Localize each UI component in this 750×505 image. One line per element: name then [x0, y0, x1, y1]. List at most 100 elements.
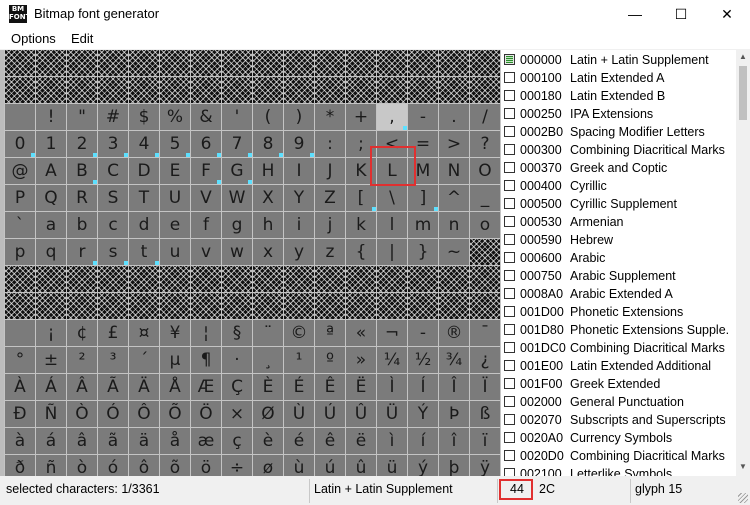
glyph-cell[interactable]: 9 — [284, 131, 314, 157]
undefined-glyph-cell[interactable] — [439, 77, 469, 103]
glyph-cell-selected[interactable]: , — [377, 104, 407, 130]
glyph-cell[interactable]: ë — [346, 428, 376, 454]
glyph-cell[interactable]: s — [98, 239, 128, 265]
undefined-glyph-cell[interactable] — [191, 266, 221, 292]
undefined-glyph-cell[interactable] — [222, 266, 252, 292]
glyph-cell[interactable]: í — [408, 428, 438, 454]
range-list-item[interactable]: 000400 Cyrillic — [501, 177, 736, 195]
range-list-item[interactable]: 002100 Letterlike Symbols — [501, 465, 736, 476]
range-list-item[interactable]: 000600 Arabic — [501, 249, 736, 267]
range-list-item[interactable]: 0008A0 Arabic Extended A — [501, 285, 736, 303]
range-list-item[interactable]: 001DC0 Combining Diacritical Marks — [501, 339, 736, 357]
range-checkbox[interactable] — [504, 378, 515, 389]
glyph-cell[interactable]: Ä — [129, 374, 159, 400]
range-checkbox[interactable] — [504, 72, 515, 83]
undefined-glyph-cell[interactable] — [98, 293, 128, 319]
glyph-cell[interactable]: Í — [408, 374, 438, 400]
range-checkbox[interactable] — [504, 180, 515, 191]
undefined-glyph-cell[interactable] — [346, 293, 376, 319]
glyph-cell[interactable]: W — [222, 185, 252, 211]
glyph-cell[interactable]: ² — [67, 347, 97, 373]
glyph-cell[interactable]: û — [346, 455, 376, 476]
glyph-cell[interactable]: R — [67, 185, 97, 211]
range-checkbox[interactable] — [504, 342, 515, 353]
glyph-cell[interactable]: q — [36, 239, 66, 265]
glyph-cell[interactable]: J — [315, 158, 345, 184]
glyph-cell[interactable]: 8 — [253, 131, 283, 157]
glyph-cell[interactable]: r — [67, 239, 97, 265]
glyph-cell[interactable]: ø — [253, 455, 283, 476]
range-checkbox[interactable] — [504, 234, 515, 245]
glyph-cell[interactable]: + — [346, 104, 376, 130]
resize-grip-icon[interactable] — [738, 493, 748, 503]
range-list-item[interactable]: 000500 Cyrillic Supplement — [501, 195, 736, 213]
glyph-cell[interactable]: ³ — [98, 347, 128, 373]
glyph-cell[interactable]: U — [160, 185, 190, 211]
glyph-cell[interactable]: ¬ — [377, 320, 407, 346]
range-list-item[interactable]: 000370 Greek and Coptic — [501, 159, 736, 177]
undefined-glyph-cell[interactable] — [284, 266, 314, 292]
range-checkbox-checked[interactable] — [504, 54, 515, 65]
glyph-cell[interactable]: ¸ — [253, 347, 283, 373]
glyph-cell[interactable]: | — [377, 239, 407, 265]
glyph-cell[interactable]: I — [284, 158, 314, 184]
glyph-cell[interactable]: E — [160, 158, 190, 184]
range-checkbox[interactable] — [504, 288, 515, 299]
undefined-glyph-cell[interactable] — [377, 50, 407, 76]
glyph-cell[interactable]: þ — [439, 455, 469, 476]
undefined-glyph-cell[interactable] — [129, 293, 159, 319]
glyph-cell[interactable]: Ñ — [36, 401, 66, 427]
scroll-down-icon[interactable]: ▼ — [736, 462, 750, 474]
undefined-glyph-cell[interactable] — [439, 50, 469, 76]
glyph-cell[interactable]: > — [439, 131, 469, 157]
glyph-cell[interactable]: x — [253, 239, 283, 265]
range-list-item[interactable]: 001E00 Latin Extended Additional — [501, 357, 736, 375]
range-checkbox[interactable] — [504, 468, 515, 476]
glyph-cell[interactable]: Ø — [253, 401, 283, 427]
glyph-cell[interactable]: Þ — [439, 401, 469, 427]
undefined-glyph-cell[interactable] — [408, 77, 438, 103]
undefined-glyph-cell[interactable] — [5, 50, 35, 76]
glyph-cell[interactable]: 4 — [129, 131, 159, 157]
glyph-cell[interactable]: Ã — [98, 374, 128, 400]
glyph-cell[interactable]: ¡ — [36, 320, 66, 346]
glyph-cell[interactable]: ¯ — [470, 320, 500, 346]
glyph-cell[interactable]: c — [98, 212, 128, 238]
glyph-cell[interactable]: ê — [315, 428, 345, 454]
glyph-cell[interactable]: # — [98, 104, 128, 130]
glyph-cell[interactable]: h — [253, 212, 283, 238]
glyph-cell[interactable]: Ô — [129, 401, 159, 427]
glyph-cell[interactable]: - — [408, 104, 438, 130]
glyph-cell[interactable]: D — [129, 158, 159, 184]
glyph-cell[interactable]: Ý — [408, 401, 438, 427]
undefined-glyph-cell[interactable] — [160, 77, 190, 103]
glyph-cell[interactable]: b — [67, 212, 97, 238]
undefined-glyph-cell[interactable] — [346, 50, 376, 76]
glyph-cell[interactable]: 7 — [222, 131, 252, 157]
glyph-cell[interactable]: ý — [408, 455, 438, 476]
glyph-cell[interactable]: m — [408, 212, 438, 238]
glyph-cell[interactable]: N — [439, 158, 469, 184]
undefined-glyph-cell[interactable] — [253, 266, 283, 292]
glyph-cell[interactable]: [ — [346, 185, 376, 211]
undefined-glyph-cell[interactable] — [315, 266, 345, 292]
undefined-glyph-cell[interactable] — [67, 50, 97, 76]
glyph-cell[interactable]: l — [377, 212, 407, 238]
glyph-cell[interactable]: v — [191, 239, 221, 265]
glyph-cell[interactable]: Æ — [191, 374, 221, 400]
glyph-cell[interactable]: Ó — [98, 401, 128, 427]
glyph-cell[interactable]: ) — [284, 104, 314, 130]
undefined-glyph-cell[interactable] — [67, 293, 97, 319]
range-checkbox[interactable] — [504, 306, 515, 317]
glyph-cell[interactable]: î — [439, 428, 469, 454]
glyph-cell[interactable]: : — [315, 131, 345, 157]
glyph-cell[interactable]: Z — [315, 185, 345, 211]
glyph-cell[interactable]: u — [160, 239, 190, 265]
range-list-item[interactable]: 0020D0 Combining Diacritical Marks — [501, 447, 736, 465]
range-list-item[interactable]: 000590 Hebrew — [501, 231, 736, 249]
glyph-cell[interactable]: à — [5, 428, 35, 454]
glyph-cell[interactable]: a — [36, 212, 66, 238]
undefined-glyph-cell[interactable] — [470, 77, 500, 103]
glyph-cell[interactable]: Õ — [160, 401, 190, 427]
glyph-cell[interactable]: Å — [160, 374, 190, 400]
